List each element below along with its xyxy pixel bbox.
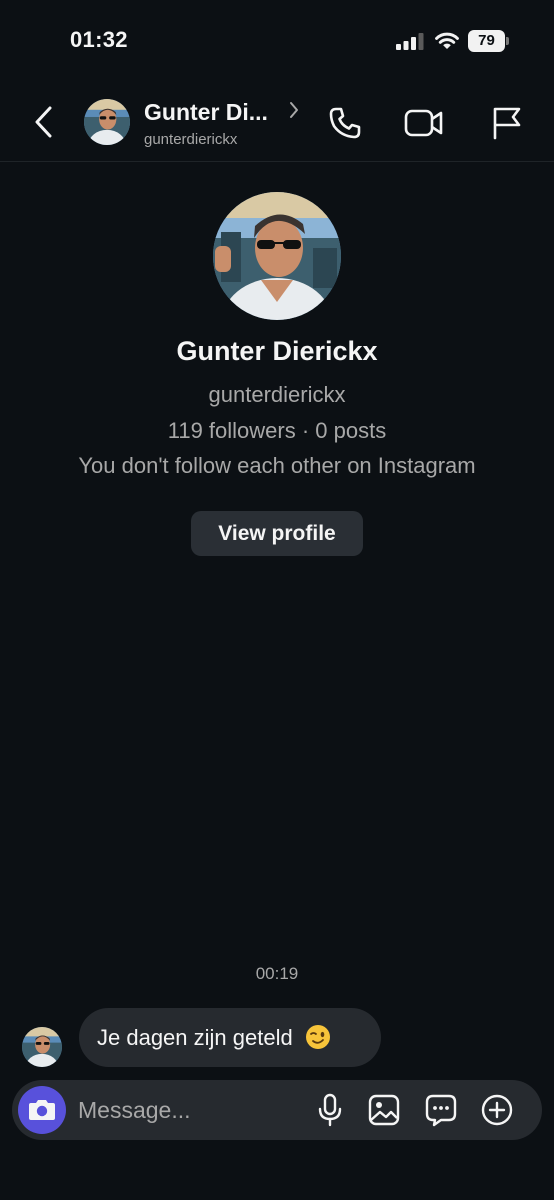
header-username[interactable]: gunterdierickx — [144, 131, 237, 148]
profile-stats: 119 followers · 0 posts — [167, 418, 387, 443]
camera-button[interactable] — [18, 1086, 66, 1134]
chevron-right-icon[interactable] — [288, 100, 300, 120]
gallery-icon[interactable] — [367, 1093, 401, 1127]
profile-username: gunterdierickx — [208, 382, 346, 407]
chat-header: Gunter Di... gunterdierickx — [0, 82, 554, 162]
flag-icon[interactable] — [490, 106, 522, 140]
follow-status: You don't follow each other on Instagram — [78, 453, 476, 478]
profile-name: Gunter Dierickx — [176, 336, 378, 366]
header-contact-name[interactable]: Gunter Di... — [144, 99, 268, 126]
message-composer — [12, 1080, 542, 1140]
header-avatar[interactable] — [84, 99, 130, 145]
profile-photo-icon — [213, 192, 341, 320]
video-camera-icon[interactable] — [404, 108, 444, 138]
sender-avatar[interactable] — [22, 1027, 62, 1067]
message-text: Je dagen zijn geteld — [97, 1025, 293, 1050]
sender-photo-icon — [22, 1027, 62, 1067]
status-time: 01:32 — [70, 27, 128, 52]
wifi-icon — [435, 32, 459, 49]
back-icon[interactable] — [30, 104, 58, 140]
message-timestamp: 00:19 — [255, 964, 299, 983]
cellular-signal-icon — [396, 33, 424, 50]
camera-icon — [29, 1100, 55, 1120]
battery-level: 79 — [468, 30, 505, 52]
avatar-photo-icon — [84, 99, 130, 145]
phone-icon[interactable] — [328, 106, 362, 140]
profile-avatar[interactable] — [213, 192, 341, 320]
sticker-icon[interactable] — [424, 1093, 458, 1127]
message-input[interactable] — [78, 1080, 298, 1140]
winking-face-icon — [305, 1025, 330, 1049]
battery-indicator: 79 — [468, 30, 510, 52]
microphone-icon[interactable] — [316, 1093, 344, 1127]
message-bubble[interactable]: Je dagen zijn geteld — [79, 1008, 381, 1067]
plus-icon[interactable] — [480, 1093, 514, 1127]
view-profile-button[interactable]: View profile — [191, 511, 363, 556]
